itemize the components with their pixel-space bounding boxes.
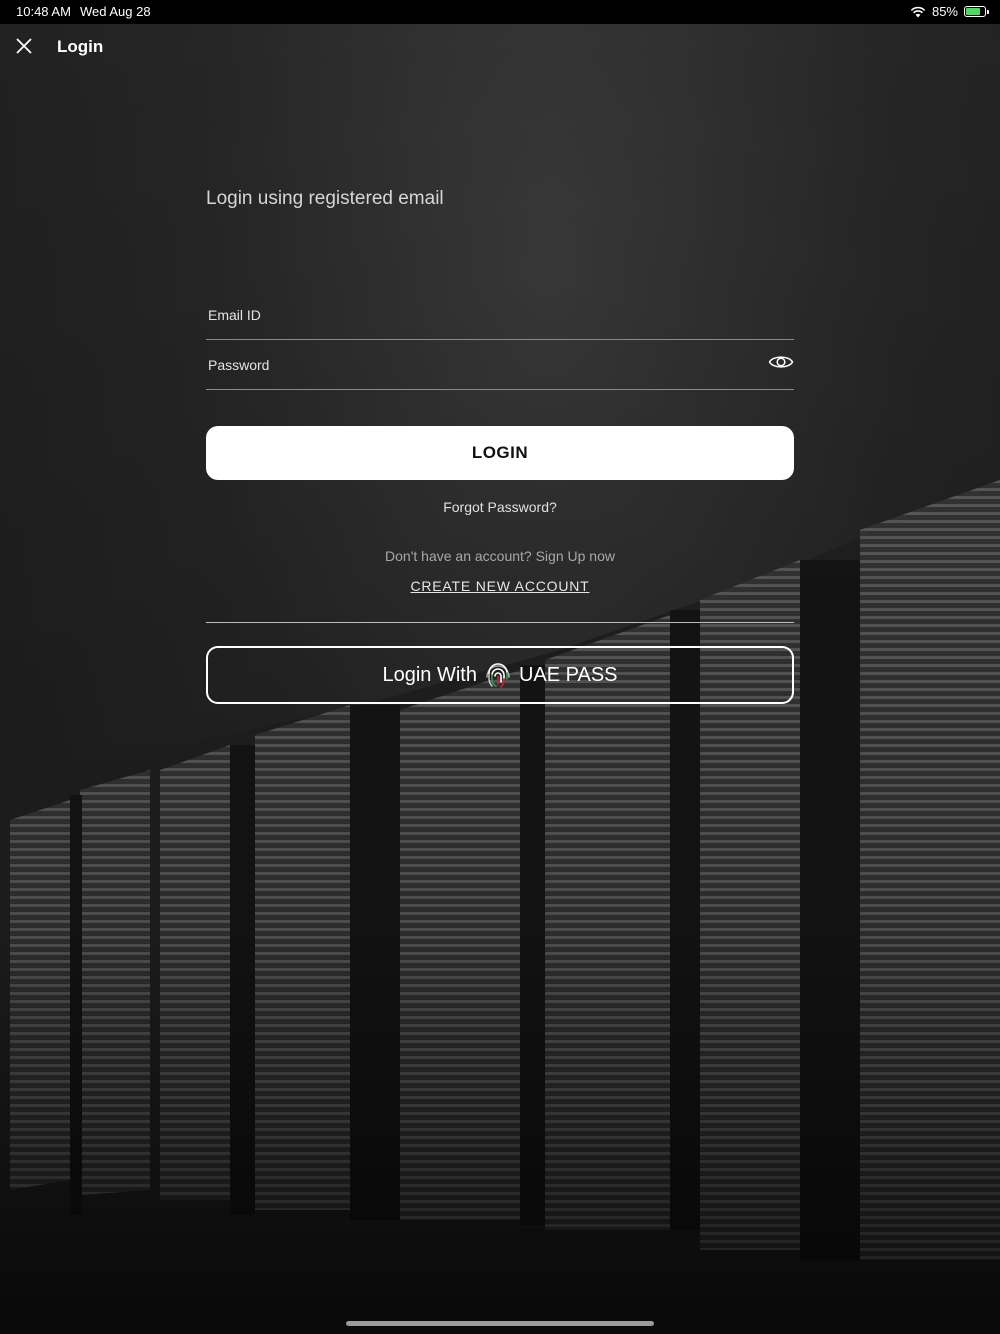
password-input[interactable] — [206, 342, 750, 388]
eye-icon[interactable] — [768, 352, 794, 372]
battery-fill — [966, 8, 981, 15]
login-heading: Login using registered email — [206, 188, 444, 209]
fingerprint-icon — [486, 663, 510, 688]
create-account-link[interactable]: CREATE NEW ACCOUNT — [206, 578, 794, 594]
status-date: Wed Aug 28 — [80, 4, 151, 19]
uaepass-login-button[interactable]: Login With UAE PASS — [206, 646, 794, 704]
page-title: Login — [57, 37, 104, 56]
battery-percentage: 85% — [931, 4, 958, 19]
forgot-password-link[interactable]: Forgot Password? — [206, 499, 794, 515]
navigation-bar: Login — [0, 24, 1000, 72]
close-button[interactable] — [12, 34, 36, 58]
login-button[interactable]: LOGIN — [206, 426, 794, 480]
divider — [206, 622, 794, 623]
close-icon — [16, 38, 32, 54]
email-field — [206, 292, 794, 340]
wifi-icon — [910, 6, 926, 17]
status-bar: 10:48 AM Wed Aug 28 85% — [0, 0, 1000, 24]
battery-icon — [964, 6, 989, 17]
uaepass-prefix-label: Login With — [382, 663, 477, 686]
signup-prompt: Don't have an account? Sign Up now — [385, 548, 615, 564]
home-indicator[interactable] — [346, 1321, 654, 1326]
status-time: 10:48 AM — [16, 4, 71, 19]
email-input[interactable] — [206, 292, 750, 338]
password-field — [206, 342, 794, 390]
status-indicators: 85% — [910, 4, 989, 19]
uaepass-suffix-label: UAE PASS — [518, 663, 618, 686]
